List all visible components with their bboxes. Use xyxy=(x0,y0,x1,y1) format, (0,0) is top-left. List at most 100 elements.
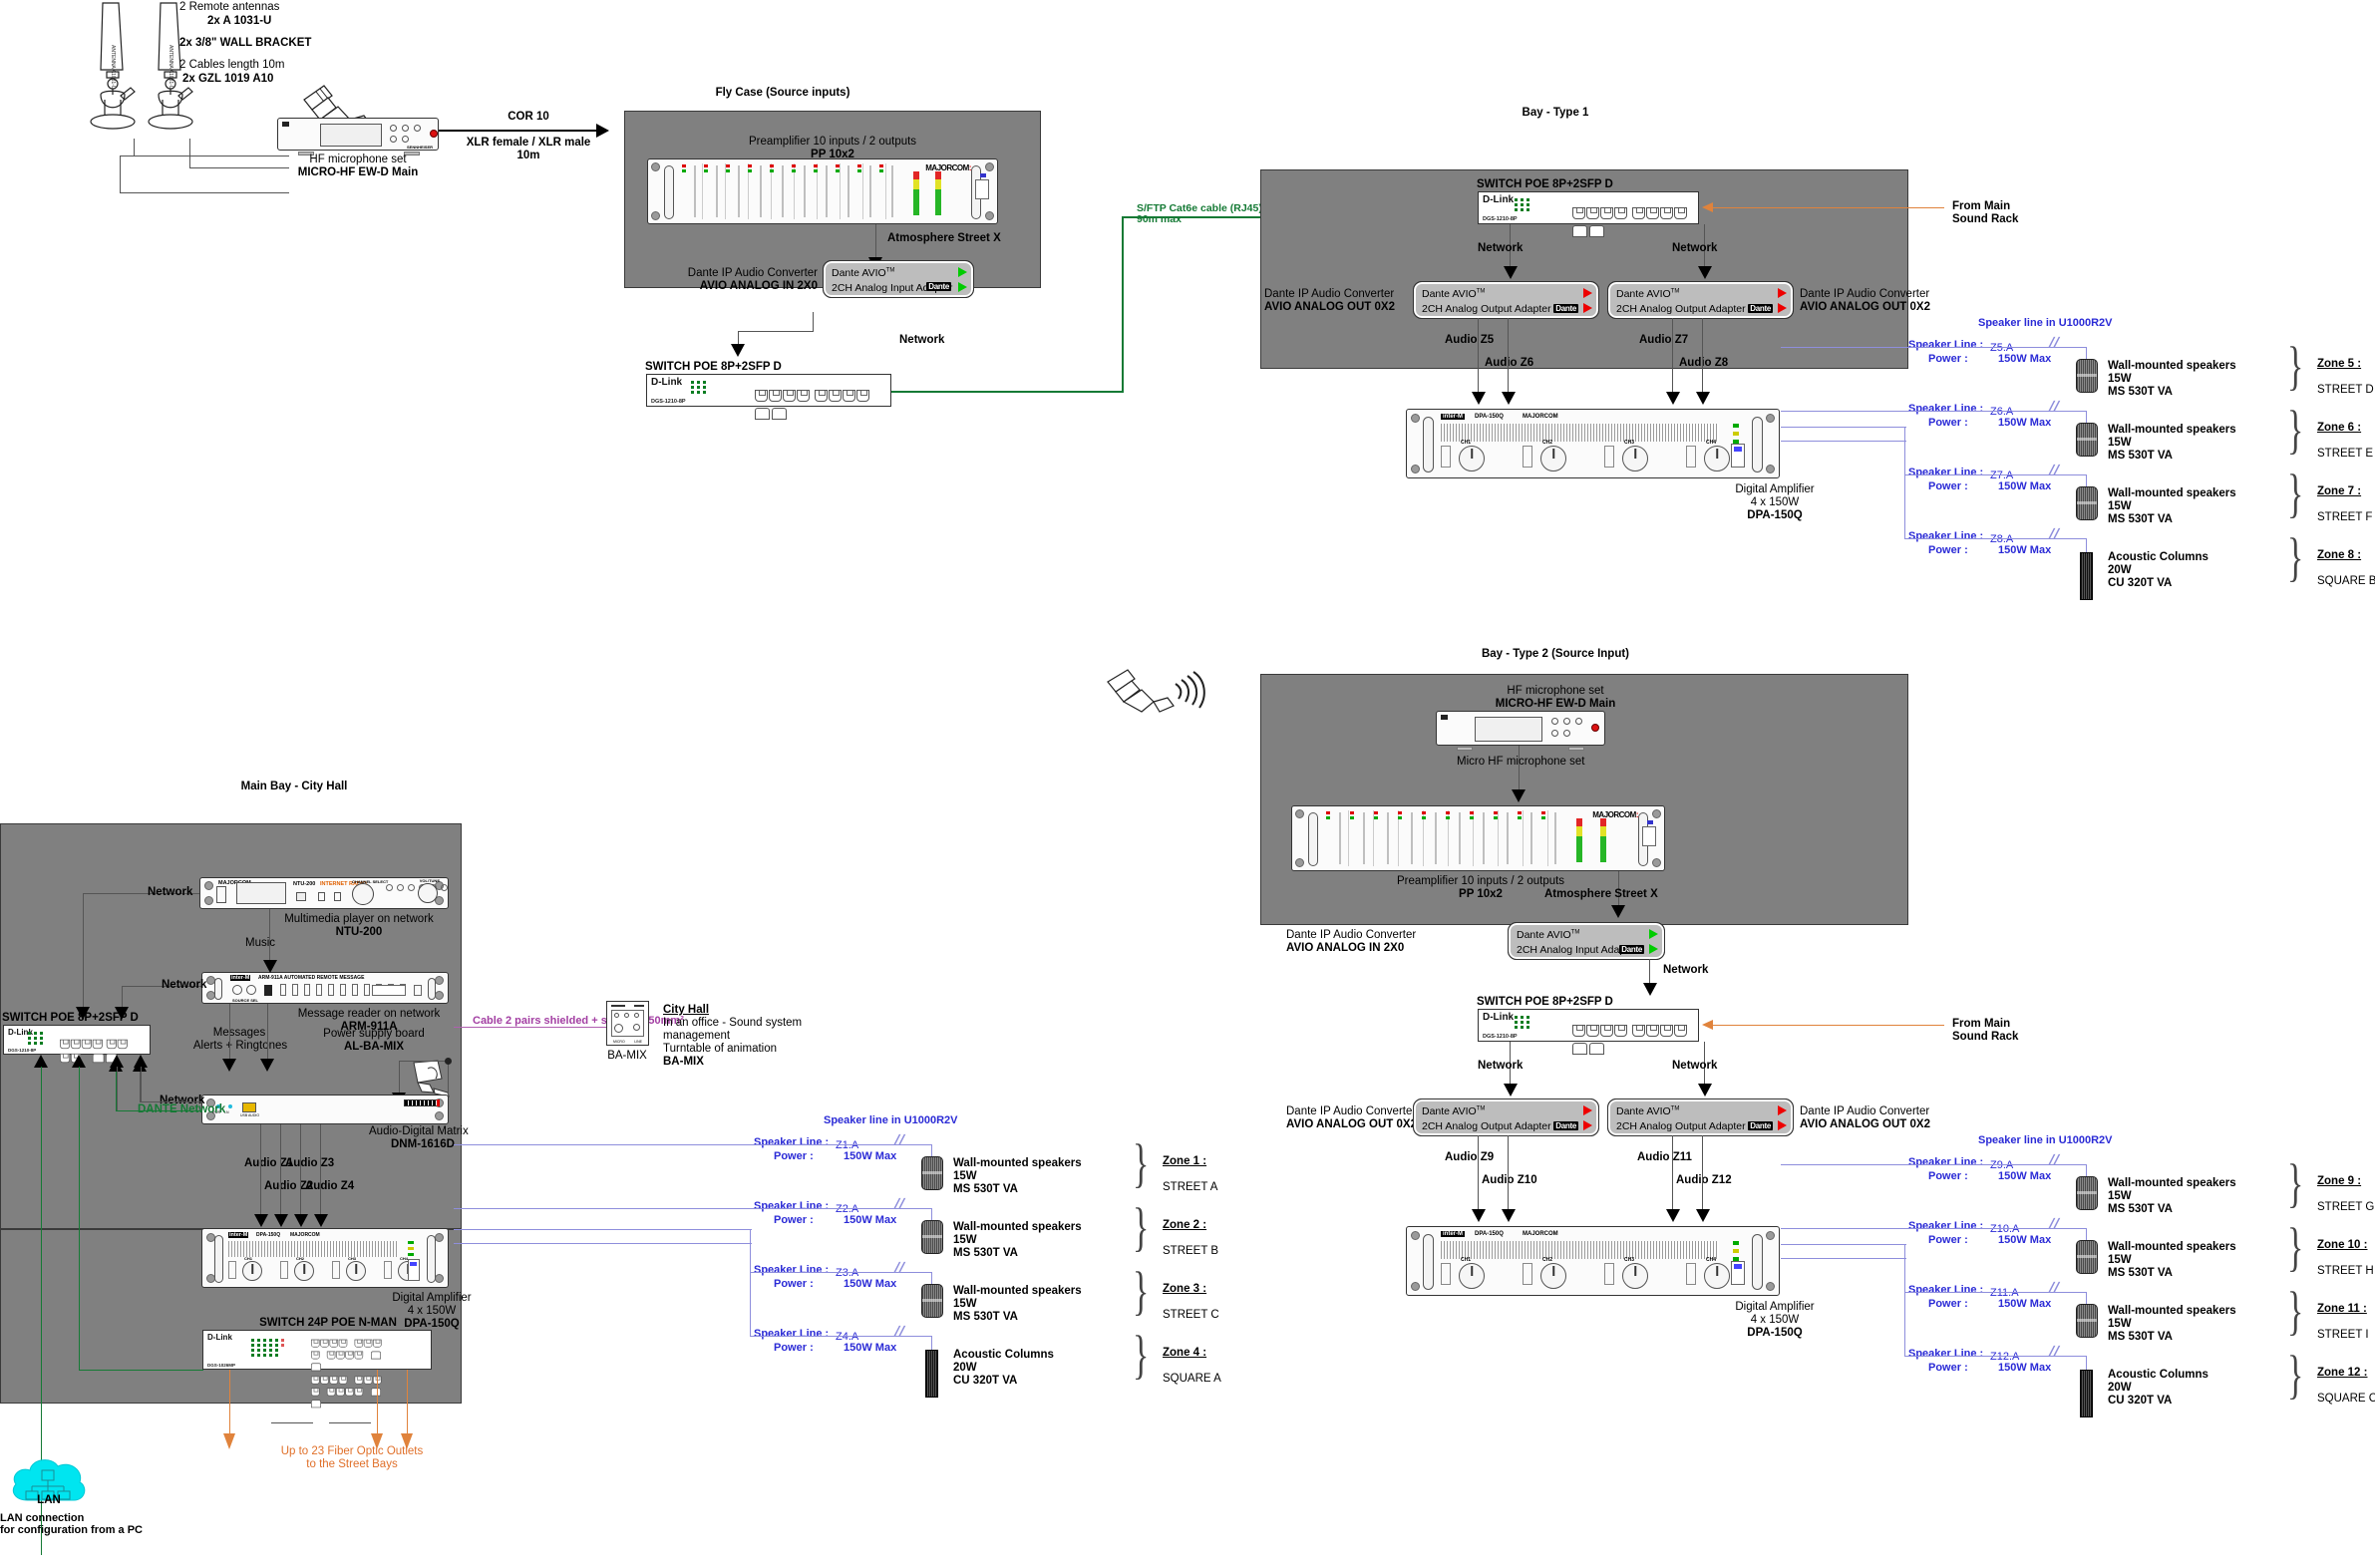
switch-24p-poe[interactable]: D-Link DGS-1026MP xyxy=(202,1330,432,1409)
wall-speaker-icon xyxy=(2076,1176,2098,1210)
speaker-power-value: 150W Max xyxy=(1998,417,2052,429)
main-switch24-label: SWITCH 24P POE N-MAN xyxy=(259,1317,397,1329)
switch-poe-bay1[interactable]: D-Link DGS-1210-8P xyxy=(1478,191,1699,237)
amplifier-bay1: inter-M DPA-150Q MAJORCOM CH1 CH2 CH3 CH… xyxy=(1406,409,1780,478)
switch-poe-flycase[interactable]: D-Link DGS-1210-8P xyxy=(646,374,891,420)
avio-name-flycase: Dante AVIO xyxy=(832,267,886,279)
cor10-line-1: XLR female / XLR male xyxy=(466,137,591,149)
speaker-device-label: 15W xyxy=(2108,373,2132,385)
speaker-power-value: 150W Max xyxy=(1998,480,2052,492)
zone-label: Zone 4 : xyxy=(1163,1347,1207,1359)
speaker-feed-line xyxy=(1781,347,1906,348)
main-arm-label-1: Message reader on network xyxy=(297,1008,441,1020)
antenna-cable-1 xyxy=(134,139,135,156)
speaker-power-label: Power : xyxy=(1928,1170,1968,1182)
speaker-device-label: 15W xyxy=(2108,1318,2132,1330)
main-audio-line-1 xyxy=(260,1124,261,1220)
zone-brace: } xyxy=(2287,528,2304,588)
bay2-from-main-2: Sound Rack xyxy=(1952,1031,2019,1043)
speaker-device-label: 15W xyxy=(953,1234,977,1246)
dante-arrow-2-b2r xyxy=(1778,1120,1787,1130)
speaker-device-label: 20W xyxy=(953,1362,977,1374)
speaker-power-label: Power : xyxy=(1928,353,1968,365)
speaker-run-line xyxy=(750,1208,931,1209)
bay1-audio-arrow-3 xyxy=(1666,392,1680,405)
switch-poe-bay2[interactable]: D-Link DGS-1210-8P xyxy=(1478,1009,1699,1055)
dante-arrow-1-b2l xyxy=(1583,1105,1592,1115)
speaker-device-label: 15W xyxy=(953,1170,977,1182)
main-network-label-1: Network xyxy=(148,886,193,898)
speaker-line-label: Speaker Line : xyxy=(1908,1220,1984,1232)
bay2-conv-left-1: Dante IP Audio Converter xyxy=(1286,1105,1417,1117)
fly-case-title: Fly Case (Source inputs) xyxy=(715,87,850,99)
speaker-device-label: 20W xyxy=(2108,1382,2132,1394)
main-bay-ntu-label-1: Multimedia player on network xyxy=(284,913,434,925)
zone-brace: } xyxy=(1133,1262,1150,1322)
main-sw8-green-2 xyxy=(79,1067,80,1371)
speaker-power-label: Power : xyxy=(1928,417,1968,429)
fiber-line-1 xyxy=(229,1370,230,1439)
bay1-network-label-left: Network xyxy=(1478,242,1524,254)
fiber-dots-2 xyxy=(329,1422,371,1423)
fly-network-label: Network xyxy=(899,334,945,346)
speaker-device-label: MS 530T VA xyxy=(2108,386,2173,398)
speaker-line-label: Speaker Line : xyxy=(1908,403,1984,415)
bay1-audio-z6: Audio Z6 xyxy=(1485,357,1534,369)
main-audio-line-2 xyxy=(280,1124,281,1220)
bay1-net-arrow-right xyxy=(1698,266,1712,279)
preamp-unit-flycase: MAJORCOM: xyxy=(647,158,998,224)
avio-tm-b1l: TM xyxy=(1476,288,1486,295)
speaker-device-label: 15W xyxy=(953,1298,977,1310)
bamix-wallplate-icon: MICRO LINE xyxy=(606,1001,649,1046)
speaker-device-label: Wall-mounted speakers xyxy=(2108,424,2236,436)
bay1-audio-line-3 xyxy=(1672,318,1673,398)
speaker-run-line xyxy=(1904,1356,2086,1357)
bay1-audio-arrow-1 xyxy=(1472,392,1486,405)
speaker-run-line xyxy=(750,1144,931,1145)
speaker-feed-line-vertical xyxy=(1904,1258,1905,1357)
bay1-from-main-1: From Main xyxy=(1952,200,2011,212)
main-audio-arrow-4 xyxy=(314,1214,328,1227)
zone-street: SQUARE C xyxy=(2317,1393,2375,1405)
speaker-feed-line xyxy=(454,1243,752,1244)
fiber-line-3 xyxy=(407,1370,408,1439)
main-music-arrow xyxy=(263,960,277,973)
avio-tm-b1r: TM xyxy=(1670,288,1680,295)
zone-label: Zone 1 : xyxy=(1163,1155,1207,1167)
bay2-amp-label-3: DPA-150Q xyxy=(1747,1327,1803,1339)
speaker-device-label: MS 530T VA xyxy=(953,1311,1018,1323)
bay1-audio-z8: Audio Z8 xyxy=(1679,357,1729,369)
dante-arrow-2-flycase xyxy=(958,282,967,292)
switch8-model-main: DGS-1210-8P xyxy=(8,1048,37,1053)
bay2-network-label-right: Network xyxy=(1672,1060,1718,1072)
zone-street: STREET E xyxy=(2317,448,2374,460)
ntu-200-unit: MAJORCOM NTU-200 INTERNET RADIO CHANNEL … xyxy=(199,877,449,909)
bay2-audio-z10: Audio Z10 xyxy=(1482,1174,1537,1186)
ntu-print-model: NTU-200 xyxy=(293,881,316,887)
speaker-run-line xyxy=(750,1336,931,1337)
main-messages-line xyxy=(229,1004,230,1067)
speaker-device-label: Wall-mounted speakers xyxy=(2108,1241,2236,1253)
speaker-device-label: Acoustic Columns xyxy=(2108,551,2208,563)
bay2-atmosphere-label: Atmosphere Street X xyxy=(1544,888,1658,900)
avio-name-b1l: Dante AVIO xyxy=(1422,288,1477,300)
zone-label: Zone 5 : xyxy=(2317,358,2362,370)
bay1-conv-right-1: Dante IP Audio Converter xyxy=(1800,288,1930,300)
speaker-line-label: Speaker Line : xyxy=(754,1136,830,1148)
main-audio-arrow-2 xyxy=(274,1214,288,1227)
speaker-power-value: 150W Max xyxy=(1998,544,2052,556)
main-sw8-gray-3 xyxy=(117,1067,118,1110)
bay1-audio-line-4 xyxy=(1702,318,1703,398)
bay2-main-rack-arrow xyxy=(1702,1020,1713,1030)
zone-brace: } xyxy=(2287,401,2304,461)
main-psu-line-h xyxy=(399,1061,449,1062)
fiber-label-1: Up to 23 Fiber Optic Outlets xyxy=(280,1445,424,1457)
bay1-title: Bay - Type 1 xyxy=(1522,107,1589,119)
speaker-feed-line xyxy=(454,1208,752,1209)
speaker-device-label: MS 530T VA xyxy=(2108,1331,2173,1343)
bay2-mic-label-1: HF microphone set xyxy=(1507,685,1604,697)
switch-poe-8p-main[interactable]: D-Link DGS-1210-8P xyxy=(3,1025,151,1064)
zone-brace: } xyxy=(2287,1346,2304,1406)
bay2-conv-left-2: AVIO ANALOG OUT 0X2 xyxy=(1286,1118,1417,1130)
main-amp-label-1: Digital Amplifier xyxy=(392,1292,472,1304)
